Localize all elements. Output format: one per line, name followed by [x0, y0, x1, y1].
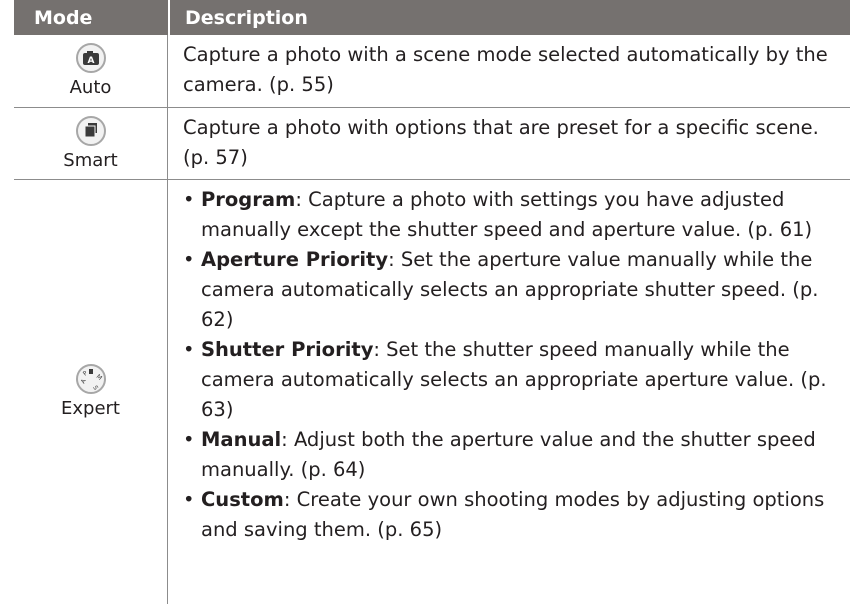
table-row-smart: Smart Capture a photo with options that … — [14, 108, 850, 180]
svg-text:S: S — [91, 385, 99, 392]
description-auto: Capture a photo with a scene mode select… — [183, 43, 828, 96]
mode-cell-auto: A Auto — [14, 35, 168, 107]
list-item: Manual: Adjust both the aperture value a… — [183, 425, 840, 485]
svg-text:P: P — [81, 370, 89, 378]
option-term: Shutter Priority — [201, 338, 374, 361]
option-text: : Adjust both the aperture value and the… — [201, 428, 816, 481]
list-item: Aperture Priority: Set the aperture valu… — [183, 245, 840, 335]
svg-text:A: A — [79, 377, 88, 385]
mode-table: Mode Description A Auto Capture a photo … — [14, 0, 850, 604]
table-row-expert: P M A S Expert Program: Capture a photo … — [14, 180, 850, 604]
expert-options-list: Program: Capture a photo with settings y… — [183, 185, 840, 545]
option-term: Aperture Priority — [201, 248, 389, 271]
table-row-auto: A Auto Capture a photo with a scene mode… — [14, 35, 850, 108]
svg-text:A: A — [87, 56, 94, 66]
expert-mode-dial-icon: P M A S — [75, 364, 106, 394]
mode-label-smart: Smart — [63, 149, 118, 171]
mode-label-auto: Auto — [69, 77, 112, 98]
mode-label-expert: Expert — [61, 398, 120, 419]
list-item: Custom: Create your own shooting modes b… — [183, 485, 840, 545]
svg-text:M: M — [94, 373, 102, 382]
option-term: Program — [201, 188, 296, 211]
description-expert: Program: Capture a photo with settings y… — [168, 180, 850, 604]
auto-mode-icon: A — [75, 43, 106, 73]
list-item: Program: Capture a photo with settings y… — [183, 185, 840, 245]
option-text: : Create your own shooting modes by adju… — [201, 488, 825, 541]
list-item: Shutter Priority: Set the shutter speed … — [183, 335, 840, 425]
header-description: Description — [168, 0, 850, 35]
smart-mode-icon — [75, 115, 106, 146]
option-term: Manual — [201, 428, 282, 451]
table-header: Mode Description — [14, 0, 850, 35]
header-mode: Mode — [34, 6, 93, 29]
option-term: Custom — [201, 488, 284, 511]
mode-cell-smart: Smart — [14, 108, 168, 179]
mode-cell-expert: P M A S Expert — [14, 180, 168, 604]
description-smart: Capture a photo with options that are pr… — [183, 116, 819, 169]
